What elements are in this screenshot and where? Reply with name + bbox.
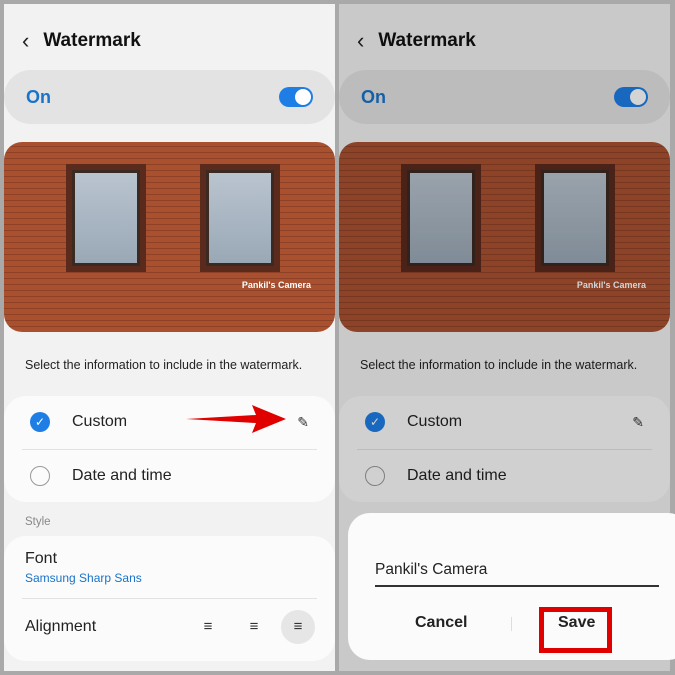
align-left-icon[interactable]: ≡ (191, 610, 225, 644)
font-value[interactable]: Samsung Sharp Sans (25, 571, 142, 585)
watermark-text-input[interactable]: Pankil's Camera (375, 561, 659, 587)
font-label[interactable]: Font (25, 550, 57, 568)
toggle-switch[interactable] (279, 87, 313, 107)
pencil-icon[interactable]: ✎ (297, 414, 309, 431)
option-label: Date and time (72, 467, 172, 484)
watermark-text: Pankil's Camera (241, 280, 311, 290)
align-center-icon[interactable]: ≡ (237, 610, 271, 644)
page-title: Watermark (43, 30, 141, 51)
alignment-label: Alignment (25, 618, 97, 635)
watermark-toggle-bar[interactable]: On (4, 70, 335, 124)
back-icon[interactable]: ‹ (22, 28, 29, 54)
checkbox-checked-icon[interactable]: ✓ (30, 412, 50, 432)
option-date-time[interactable]: Date and time (30, 466, 309, 486)
save-highlight-annotation (539, 607, 612, 653)
watermark-screen-left: ‹ Watermark On Pankil's Camera Select the… (4, 4, 335, 671)
style-section-label: Style (25, 516, 51, 528)
red-arrow-annotation (186, 405, 286, 433)
toggle-label: On (26, 87, 51, 107)
cancel-button[interactable]: Cancel (415, 614, 467, 632)
checkbox-unchecked-icon[interactable] (30, 466, 50, 486)
hint-text: Select the information to include in the… (25, 358, 303, 372)
option-label: Custom (72, 413, 128, 430)
align-right-icon[interactable]: ≡ (281, 610, 315, 644)
watermark-preview-image: Pankil's Camera (4, 142, 335, 332)
edit-watermark-dialog: Pankil's Camera Cancel Save (348, 513, 675, 660)
style-card: Font Samsung Sharp Sans Alignment ≡ ≡ ≡ (4, 536, 335, 661)
header: ‹ Watermark (22, 28, 141, 54)
